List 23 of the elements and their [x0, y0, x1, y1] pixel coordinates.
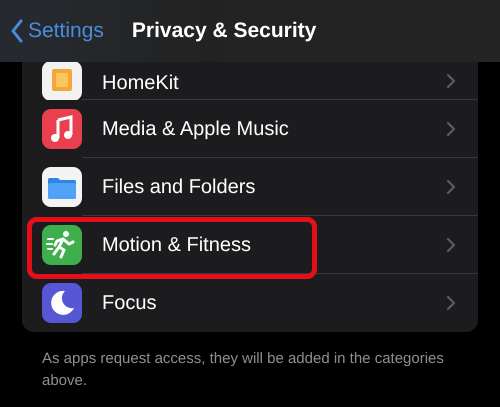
row-label: HomeKit — [102, 70, 179, 96]
music-note-icon — [42, 109, 82, 149]
moon-icon — [42, 283, 82, 323]
row-label: Files and Folders — [102, 174, 256, 200]
settings-row[interactable]: Focus — [22, 274, 478, 332]
row-label: Media & Apple Music — [102, 116, 289, 142]
chevron-icon — [446, 72, 456, 88]
settings-row[interactable]: Media & Apple Music — [22, 100, 478, 158]
runner-icon — [42, 225, 82, 265]
page-title: Privacy & Security — [132, 18, 316, 44]
chevron-icon — [446, 295, 456, 311]
back-chevron-icon — [10, 19, 24, 43]
chevron-icon — [446, 178, 456, 194]
row-label: Focus — [102, 291, 156, 316]
chevron-icon — [446, 120, 456, 136]
folder-icon — [42, 167, 82, 207]
settings-row[interactable]: Files and Folders — [22, 158, 478, 216]
back-button[interactable]: Settings — [10, 15, 104, 47]
footer-note: As apps request access, they will be added in the categories above. — [42, 349, 445, 391]
settings-row[interactable]: Motion & Fitness — [22, 216, 478, 274]
settings-row[interactable]: HomeKit — [22, 62, 478, 100]
row-label: Motion & Fitness — [102, 232, 251, 258]
chevron-icon — [446, 236, 456, 252]
